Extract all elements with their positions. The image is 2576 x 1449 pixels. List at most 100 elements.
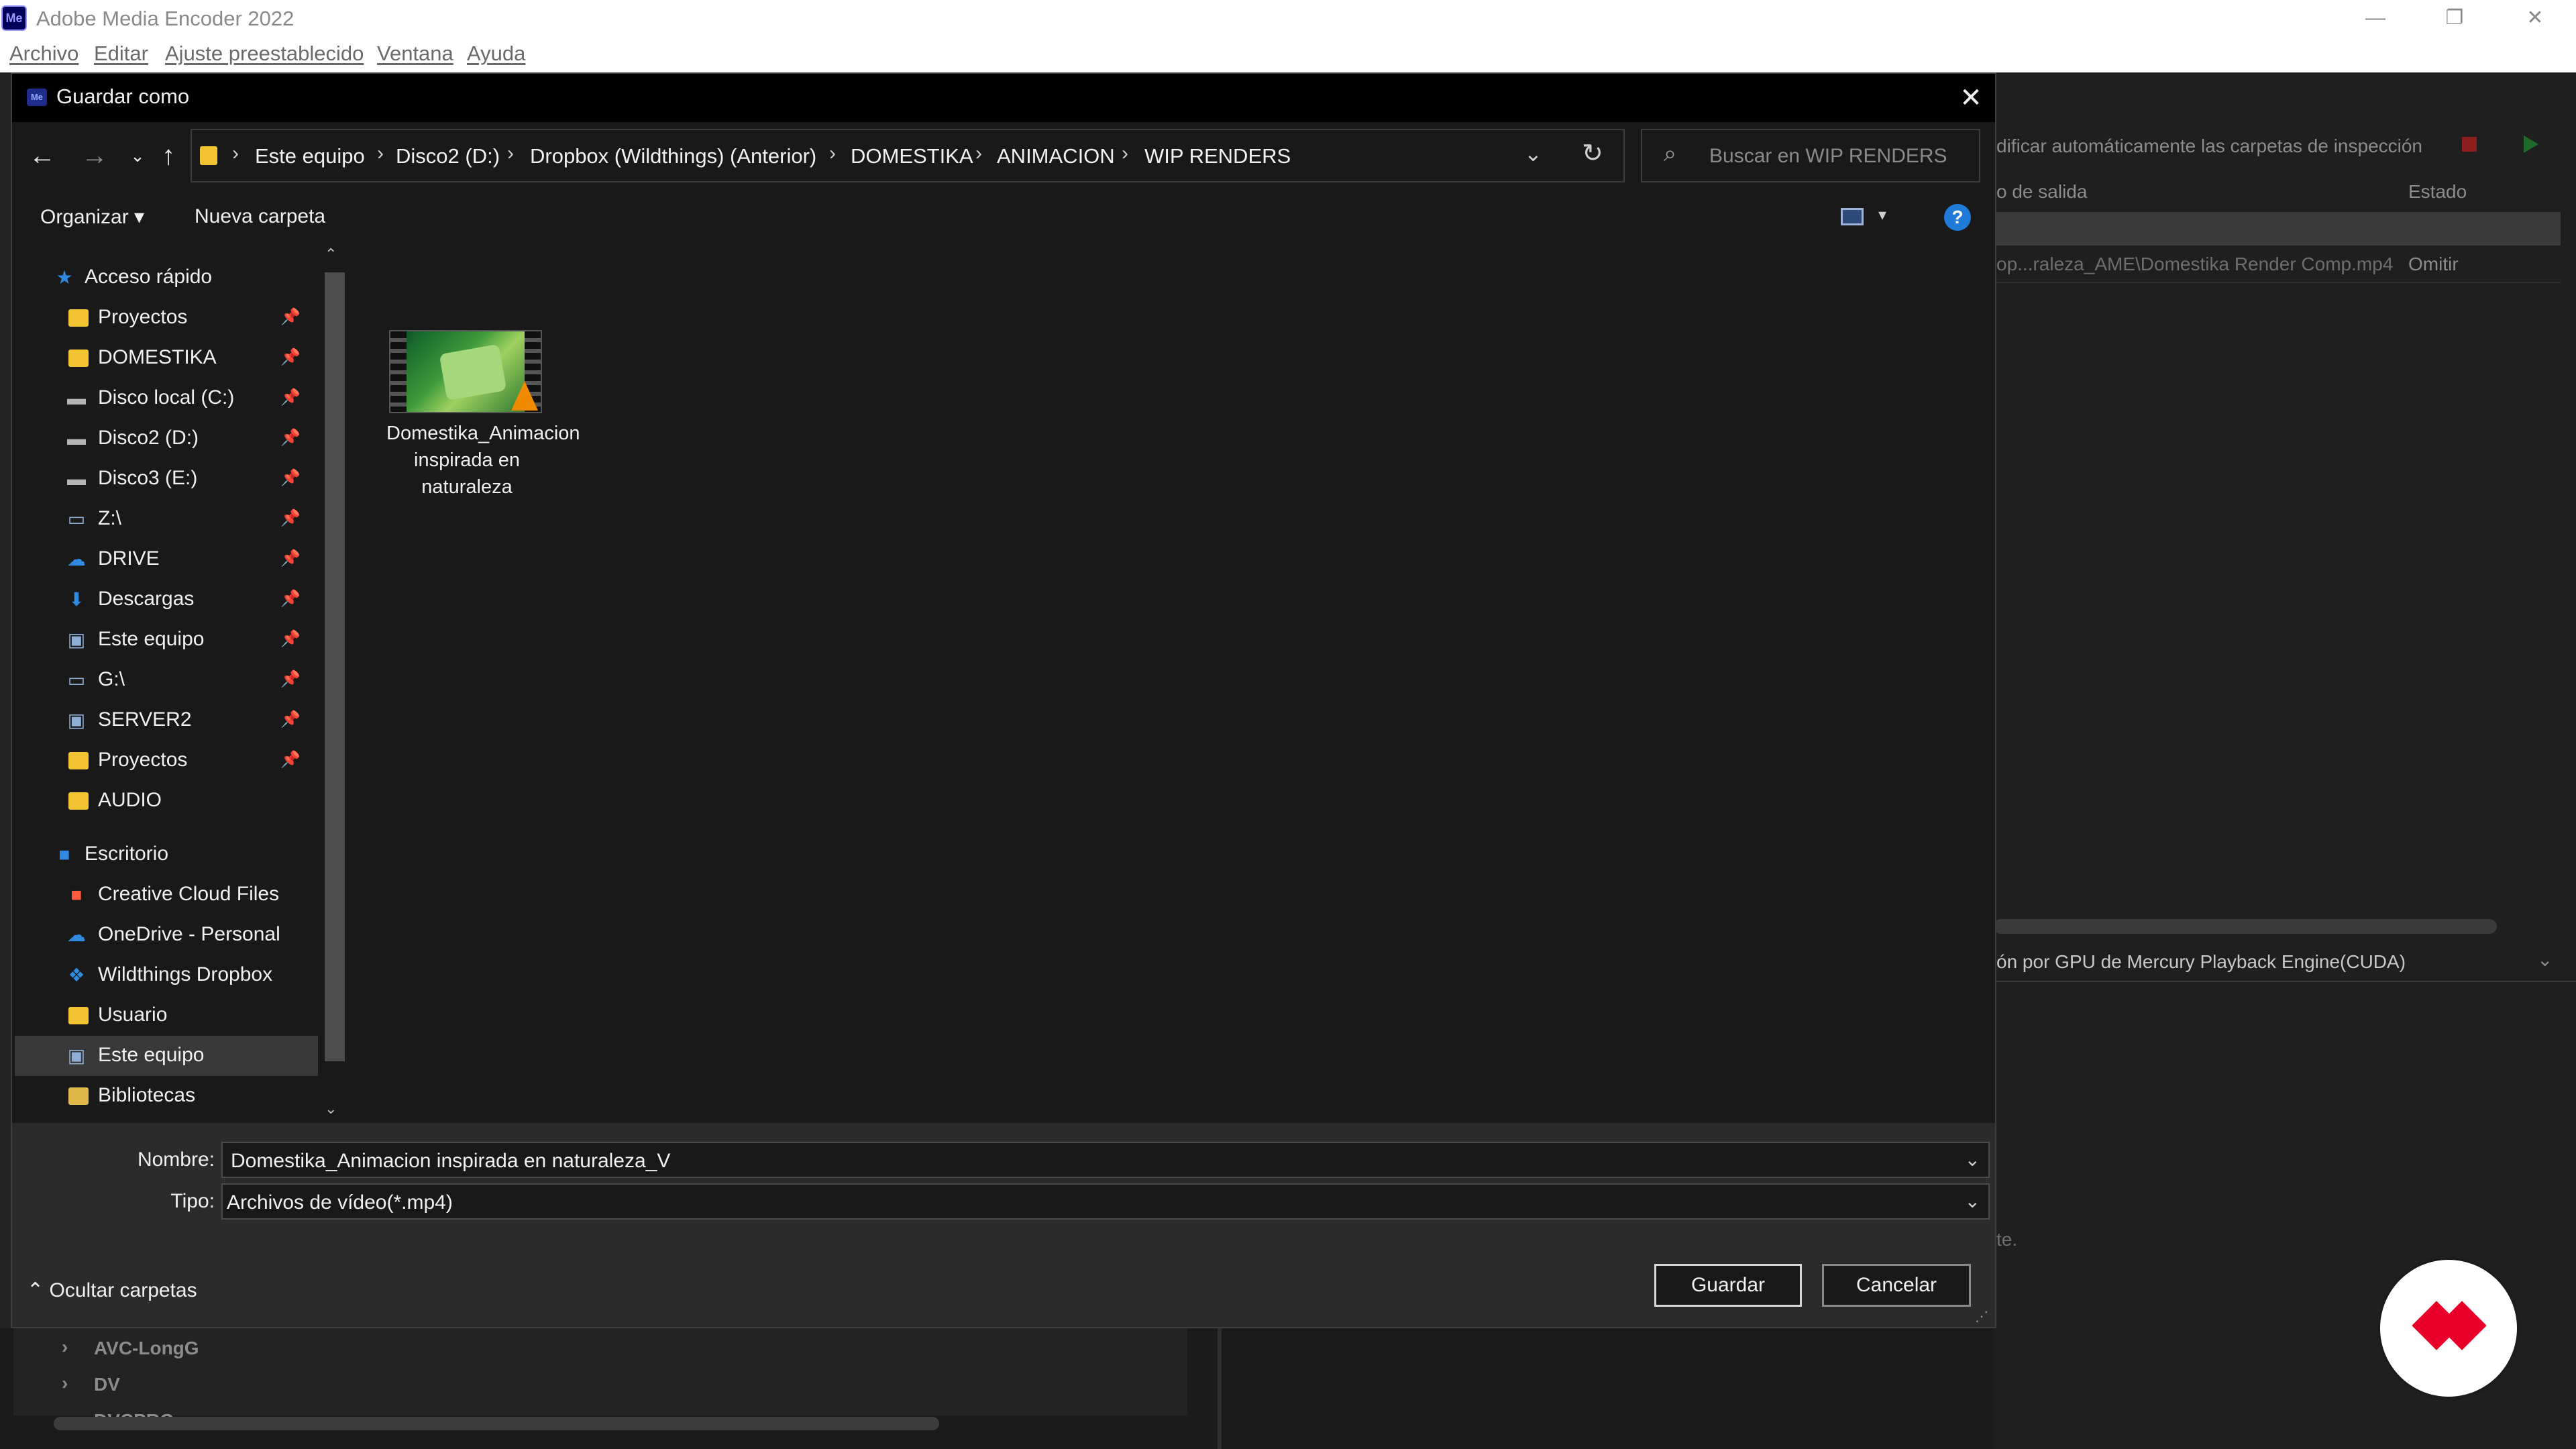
nav-item-usuario[interactable]: Usuario	[15, 996, 318, 1036]
chevron-down-icon[interactable]: ⌄	[1965, 1190, 1980, 1212]
nav-item-audio[interactable]: AUDIO	[15, 781, 318, 821]
forward-arrow-icon[interactable]: →	[75, 134, 114, 177]
chevron-right-icon[interactable]: ›	[377, 142, 384, 165]
queue-row-output[interactable]: op...raleza_AME\Domestika Render Comp.mp…	[1996, 254, 2393, 275]
preset-avc-longg[interactable]: AVC-LongG	[94, 1338, 199, 1359]
chevron-right-icon[interactable]: ›	[62, 1373, 68, 1394]
nav-item-g[interactable]: ▭ G:\ 📌	[15, 660, 318, 700]
nav-item-creative-cloud[interactable]: ■ Creative Cloud Files	[15, 875, 318, 915]
chevron-down-icon[interactable]: ▾	[1878, 205, 1886, 225]
nav-item-este-equipo-selected[interactable]: ▣ Este equipo	[15, 1036, 318, 1076]
nav-escritorio[interactable]: ■ Escritorio	[15, 835, 318, 875]
menu-ventana[interactable]: Ventana	[377, 42, 453, 66]
organize-button[interactable]: Organizar ▾	[40, 205, 144, 229]
nav-label: SERVER2	[98, 708, 192, 731]
close-icon[interactable]: ✕	[2496, 0, 2575, 36]
pin-icon[interactable]: 📌	[280, 589, 301, 608]
file-name[interactable]: Domestika_Animacion inspirada en natural…	[386, 420, 580, 500]
pin-icon[interactable]: 📌	[280, 307, 301, 327]
breadcrumb-disco2[interactable]: Disco2 (D:)	[396, 144, 500, 168]
vlc-cone-icon	[511, 381, 538, 411]
preset-scrollbar[interactable]	[54, 1417, 939, 1430]
queue-scrollbar[interactable]	[1994, 919, 2497, 934]
stop-queue-icon[interactable]	[2462, 137, 2477, 152]
new-folder-button[interactable]: Nueva carpeta	[195, 205, 325, 228]
resize-grip-icon[interactable]: ⋰	[1975, 1308, 1988, 1325]
chevron-down-icon[interactable]: ⌄	[2537, 949, 2553, 971]
chevron-right-icon[interactable]: ›	[829, 142, 836, 165]
file-type-value[interactable]: Archivos de vídeo(*.mp4)	[227, 1191, 453, 1214]
pin-icon[interactable]: 📌	[280, 750, 301, 769]
search-icon: ⌕	[1664, 141, 1677, 166]
nav-item-disco-c[interactable]: ▬ Disco local (C:) 📌	[15, 378, 318, 419]
nav-item-bibliotecas[interactable]: Bibliotecas	[15, 1076, 318, 1116]
menu-ayuda[interactable]: Ayuda	[467, 42, 525, 66]
chevron-right-icon[interactable]: ›	[62, 1336, 68, 1358]
nav-item-z[interactable]: ▭ Z:\ 📌	[15, 499, 318, 539]
minimize-icon[interactable]: —	[2336, 0, 2415, 36]
chevron-down-icon[interactable]: ⌄	[1524, 141, 1542, 166]
search-input[interactable]: Buscar en WIP RENDERS	[1709, 145, 1947, 168]
chevron-down-icon[interactable]: ⌄	[1965, 1148, 1980, 1171]
hide-folders-toggle[interactable]: ⌃ Ocultar carpetas	[27, 1279, 197, 1302]
save-button[interactable]: Guardar	[1654, 1264, 1802, 1307]
pin-icon[interactable]: 📌	[280, 629, 301, 649]
chevron-right-icon[interactable]: ›	[1122, 142, 1128, 165]
nav-quick-access[interactable]: ★ Acceso rápido	[15, 258, 318, 298]
nav-item-disco2[interactable]: ▬ Disco2 (D:) 📌	[15, 419, 318, 459]
nav-label: Descargas	[98, 588, 195, 610]
refresh-icon[interactable]: ↻	[1582, 138, 1603, 168]
close-icon[interactable]: ✕	[1952, 79, 1990, 117]
nav-item-onedrive[interactable]: ☁ OneDrive - Personal	[15, 915, 318, 955]
breadcrumb-domestika[interactable]: DOMESTIKA	[851, 144, 973, 168]
breadcrumb-wip-renders[interactable]: WIP RENDERS	[1144, 144, 1291, 168]
nav-item-disco3[interactable]: ▬ Disco3 (E:) 📌	[15, 459, 318, 499]
chevron-right-icon[interactable]: ›	[507, 142, 514, 165]
pin-icon[interactable]: 📌	[280, 669, 301, 689]
panel-divider[interactable]	[1218, 1328, 1222, 1449]
menu-editar[interactable]: Editar	[94, 42, 148, 66]
view-options-icon[interactable]	[1841, 208, 1864, 225]
watch-folders-option[interactable]: dificar automáticamente las carpetas de …	[1996, 136, 2422, 157]
nav-item-descargas[interactable]: ⬇ Descargas 📌	[15, 580, 318, 620]
nav-item-proyectos[interactable]: Proyectos 📌	[15, 298, 318, 338]
chevron-right-icon[interactable]: ›	[975, 142, 982, 165]
renderer-select[interactable]: ón por GPU de Mercury Playback Engine(CU…	[1996, 951, 2406, 973]
start-queue-icon[interactable]	[2524, 136, 2538, 153]
chevron-down-icon[interactable]: ⌄	[325, 1100, 337, 1118]
file-list-area[interactable]	[349, 246, 1992, 1123]
pin-icon[interactable]: 📌	[280, 468, 301, 488]
up-arrow-icon[interactable]: ↑	[149, 134, 188, 177]
nav-label: OneDrive - Personal	[98, 923, 280, 945]
nav-item-este-equipo[interactable]: ▣ Este equipo 📌	[15, 620, 318, 660]
pin-icon[interactable]: 📌	[280, 710, 301, 729]
breadcrumb-animacion[interactable]: ANIMACION	[997, 144, 1115, 168]
folder-icon	[68, 309, 89, 327]
nav-item-domestika[interactable]: DOMESTIKA 📌	[15, 338, 318, 378]
pin-icon[interactable]: 📌	[280, 347, 301, 367]
queue-row-selected[interactable]	[1994, 212, 2561, 246]
chevron-up-icon[interactable]: ⌃	[325, 246, 337, 263]
file-type-select[interactable]: Archivos de vídeo(*.mp4) ⌄	[221, 1183, 1990, 1220]
pin-icon[interactable]: 📌	[280, 388, 301, 407]
help-icon[interactable]: ?	[1944, 204, 1971, 231]
breadcrumb-este-equipo[interactable]: Este equipo	[255, 144, 365, 168]
filename-field[interactable]: Domestika_Animacion inspirada en natural…	[221, 1142, 1990, 1178]
breadcrumb-dropbox[interactable]: Dropbox (Wildthings) (Anterior)	[530, 144, 816, 168]
nav-item-server2[interactable]: ▣ SERVER2 📌	[15, 700, 318, 741]
pin-icon[interactable]: 📌	[280, 549, 301, 568]
filename-input[interactable]: Domestika_Animacion inspirada en natural…	[231, 1150, 670, 1173]
pin-icon[interactable]: 📌	[280, 428, 301, 447]
nav-item-wildthings-dropbox[interactable]: ❖ Wildthings Dropbox	[15, 955, 318, 996]
nav-item-proyectos-2[interactable]: Proyectos 📌	[15, 741, 318, 781]
restore-icon[interactable]: ❐	[2415, 0, 2494, 36]
cancel-button[interactable]: Cancelar	[1822, 1264, 1971, 1307]
chevron-right-icon[interactable]: ›	[232, 142, 239, 165]
menu-ajuste-preestablecido[interactable]: Ajuste preestablecido	[165, 42, 364, 66]
preset-dv[interactable]: DV	[94, 1374, 120, 1395]
pin-icon[interactable]: 📌	[280, 508, 301, 528]
nav-item-drive[interactable]: ☁ DRIVE 📌	[15, 539, 318, 580]
back-arrow-icon[interactable]: ←	[23, 134, 62, 177]
menu-archivo[interactable]: Archivo	[9, 42, 78, 66]
nav-scrollbar-thumb[interactable]	[325, 272, 345, 1061]
